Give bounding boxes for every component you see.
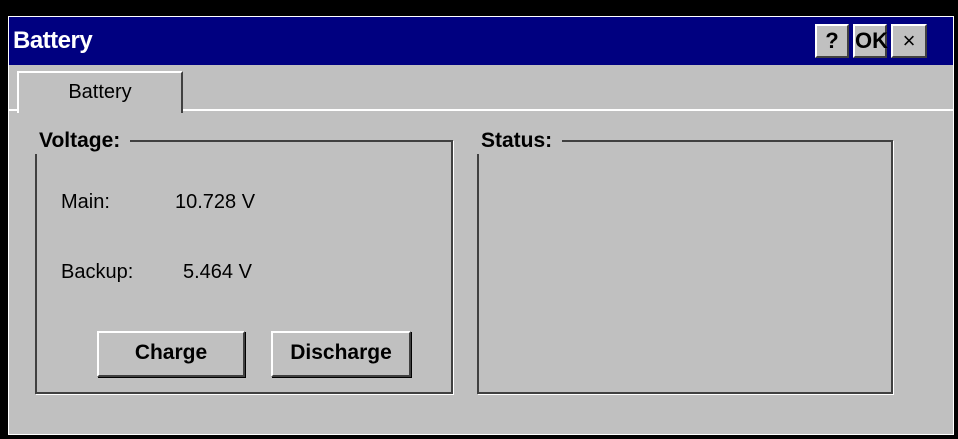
backup-voltage-value: 5.464 V bbox=[183, 261, 252, 283]
title-bar: Battery ? OK × bbox=[9, 17, 953, 65]
status-group-title: Status: bbox=[477, 128, 563, 154]
tab-battery-label: Battery bbox=[68, 81, 132, 103]
voltage-group-title: Voltage: bbox=[35, 128, 131, 154]
ok-button[interactable]: OK bbox=[853, 24, 888, 58]
tab-battery[interactable]: Battery bbox=[17, 71, 183, 113]
tab-divider-left bbox=[9, 109, 17, 111]
main-voltage-value: 10.728 V bbox=[175, 191, 256, 213]
status-group: Status: bbox=[477, 128, 893, 394]
help-button[interactable]: ? bbox=[815, 24, 849, 58]
charge-button[interactable]: Charge bbox=[97, 331, 245, 377]
backup-label: Backup: bbox=[61, 261, 134, 283]
window-title: Battery bbox=[13, 27, 93, 54]
tab-strip: Battery bbox=[9, 65, 953, 113]
discharge-button[interactable]: Discharge bbox=[271, 331, 411, 377]
tab-divider-right bbox=[183, 109, 953, 111]
battery-window: Battery ? OK × Battery Voltage: Main: 10… bbox=[8, 16, 954, 435]
main-label: Main: bbox=[61, 191, 110, 213]
close-button[interactable]: × bbox=[891, 24, 927, 58]
